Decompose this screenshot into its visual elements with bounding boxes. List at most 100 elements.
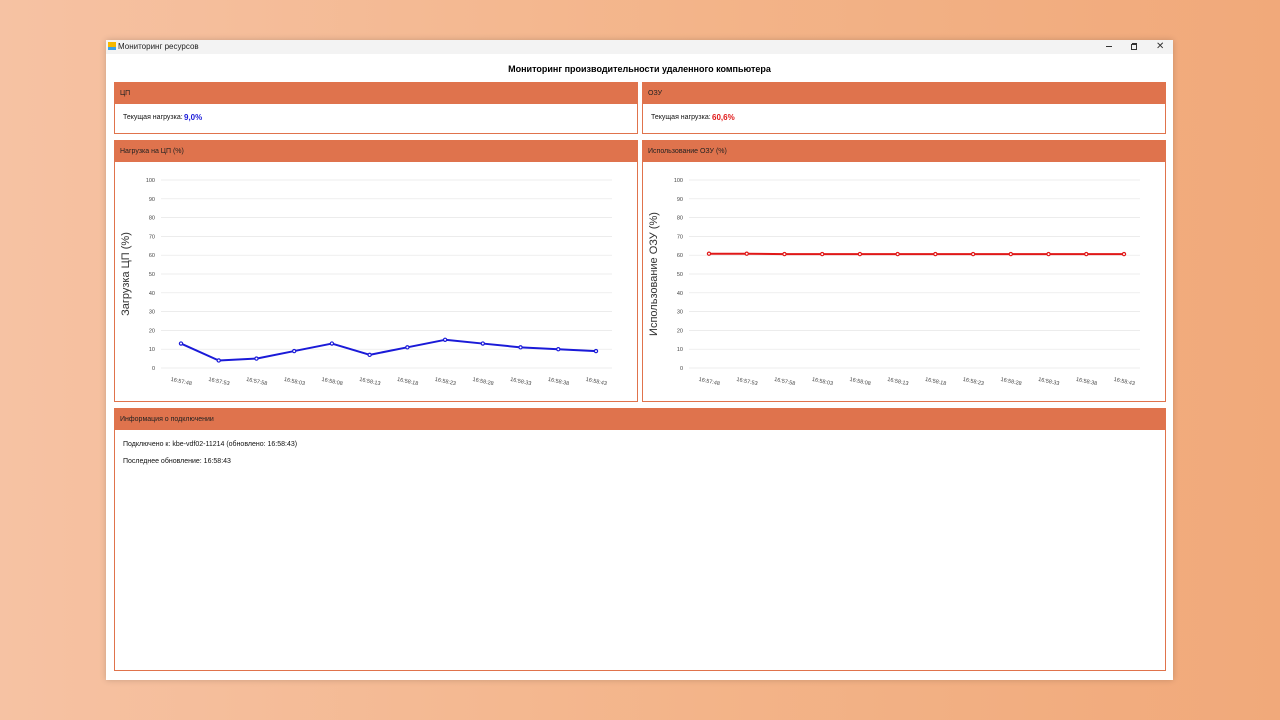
x-tick-label: 16:58:03 [283, 377, 305, 387]
data-point [216, 358, 221, 363]
cpu-line-chart: 0 10 20 30 40 50 60 70 80 90 100 Загрузка ЦП (%) 16:… [120, 178, 612, 387]
y-tick-label: 60 [149, 253, 155, 259]
connected-to-text: Подключено к: kbe-vdf02-11214 (обновлено… [123, 441, 298, 448]
y-tick-label: 30 [677, 310, 683, 316]
x-tick-label: 16:58:38 [1075, 377, 1097, 387]
last-update-text: Последнее обновление: 16:58:43 [123, 458, 231, 465]
window-title: Мониторинг ресурсов [118, 42, 199, 51]
y-tick-label: 50 [149, 272, 155, 278]
page-title: Мониторинг производительности удаленного… [508, 64, 771, 74]
x-tick-label: 16:57:53 [208, 377, 230, 387]
minimize-button[interactable] [1097, 40, 1121, 54]
app-window: Мониторинг ресурсов ✕ Мониторинг произво… [106, 40, 1173, 680]
data-point [329, 341, 335, 346]
minimize-icon [1106, 46, 1112, 47]
cpu-chart-panel: Нагрузка на ЦП (%) 0 10 20 30 40 50 60 70 80 90 10… [114, 140, 638, 402]
title-bar: Мониторинг ресурсов ✕ [106, 40, 1173, 54]
x-tick-label: 16:58:18 [396, 377, 418, 387]
y-tick-label: 100 [674, 178, 683, 184]
data-point [593, 348, 599, 354]
ram-summary-panel: ОЗУ Текущая нагрузка: 60,6% [642, 82, 1166, 134]
y-tick-label: 80 [149, 216, 155, 222]
data-point [480, 341, 486, 346]
cpu-summary-panel: ЦП Текущая нагрузка: 9,0% [114, 82, 638, 134]
ram-chart-panel: Использование ОЗУ (%) 0 10 20 30 40 50 60 70 80 9… [642, 140, 1166, 402]
y-tick-label: 10 [677, 347, 683, 353]
x-tick-label: 16:58:08 [321, 377, 343, 387]
data-point [970, 251, 976, 257]
y-tick-label: 70 [677, 234, 683, 240]
y-tick-label: 10 [149, 347, 155, 353]
data-point [1046, 251, 1051, 257]
x-tick-label: 16:57:58 [774, 377, 796, 387]
data-point [895, 251, 900, 257]
data-point [556, 346, 561, 352]
data-point [857, 251, 863, 257]
x-tick-label: 16:57:48 [170, 377, 192, 387]
y-tick-label: 20 [149, 328, 155, 334]
x-tick-label: 16:58:28 [472, 377, 494, 387]
ram-panel-header: ОЗУ [643, 83, 1165, 104]
data-point [933, 251, 938, 257]
x-tick-label: 16:58:23 [434, 377, 456, 387]
data-point [782, 251, 787, 257]
x-tick-label: 16:58:33 [510, 377, 532, 387]
y-tick-label: 100 [146, 178, 155, 184]
ram-load-label: Текущая нагрузка: [651, 114, 711, 121]
data-point [405, 345, 410, 350]
ram-load-value: 60,6% [712, 113, 735, 122]
y-tick-label: 60 [677, 253, 683, 259]
x-tick-label: 16:58:43 [585, 377, 607, 387]
data-point [442, 337, 448, 342]
data-point [291, 348, 297, 354]
x-tick-label: 16:58:13 [887, 377, 909, 387]
y-tick-label: 70 [149, 234, 155, 240]
y-axis-label: Загрузка ЦП (%) [120, 232, 132, 316]
y-tick-label: 80 [677, 216, 683, 222]
cpu-chart-header: Нагрузка на ЦП (%) [115, 141, 637, 162]
close-icon: ✕ [1156, 41, 1165, 52]
y-tick-label: 20 [677, 328, 683, 334]
y-tick-label: 40 [149, 291, 155, 297]
cpu-load-label: Текущая нагрузка: [123, 114, 183, 121]
x-tick-label: 16:57:58 [246, 377, 268, 387]
app-icon [108, 42, 116, 50]
y-tick-label: 30 [149, 310, 155, 316]
data-point [367, 352, 372, 358]
y-tick-label: 90 [677, 197, 683, 203]
data-point [706, 251, 712, 256]
x-tick-label: 16:58:33 [1038, 377, 1060, 387]
x-tick-label: 16:58:08 [849, 377, 871, 387]
series-line [180, 338, 597, 362]
ram-chart-header: Использование ОЗУ (%) [643, 141, 1165, 162]
y-axis-label: Использование ОЗУ (%) [648, 212, 660, 336]
maximize-button[interactable] [1122, 40, 1146, 54]
data-point [1008, 251, 1014, 257]
ram-line-chart: 0 10 20 30 40 50 60 70 80 90 100 Использование ОЗУ … [648, 178, 1140, 387]
data-point [1121, 251, 1127, 257]
data-point [1084, 251, 1089, 257]
y-tick-label: 90 [149, 197, 155, 203]
data-point [518, 345, 523, 350]
data-point [819, 251, 825, 257]
data-point [254, 356, 259, 361]
x-tick-label: 16:58:43 [1113, 377, 1135, 387]
connection-panel-header: Информация о подключении [115, 409, 1165, 430]
data-point [744, 251, 749, 256]
x-tick-label: 16:58:13 [359, 377, 381, 387]
x-tick-label: 16:58:18 [924, 377, 946, 387]
y-tick-label: 40 [677, 291, 683, 297]
y-tick-label: 0 [680, 366, 683, 372]
y-tick-label: 0 [152, 366, 155, 372]
x-tick-label: 16:58:28 [1000, 377, 1022, 387]
x-tick-label: 16:57:48 [698, 377, 720, 387]
cpu-panel-header: ЦП [115, 83, 637, 104]
x-tick-label: 16:58:38 [547, 377, 569, 387]
x-tick-label: 16:58:23 [962, 377, 984, 387]
data-point [178, 341, 184, 346]
x-tick-label: 16:57:53 [736, 377, 758, 387]
connection-info-panel: Информация о подключении Подключено к: k… [114, 408, 1166, 671]
x-tick-label: 16:58:03 [811, 377, 833, 387]
y-tick-label: 50 [677, 272, 683, 278]
close-button[interactable]: ✕ [1148, 40, 1172, 54]
